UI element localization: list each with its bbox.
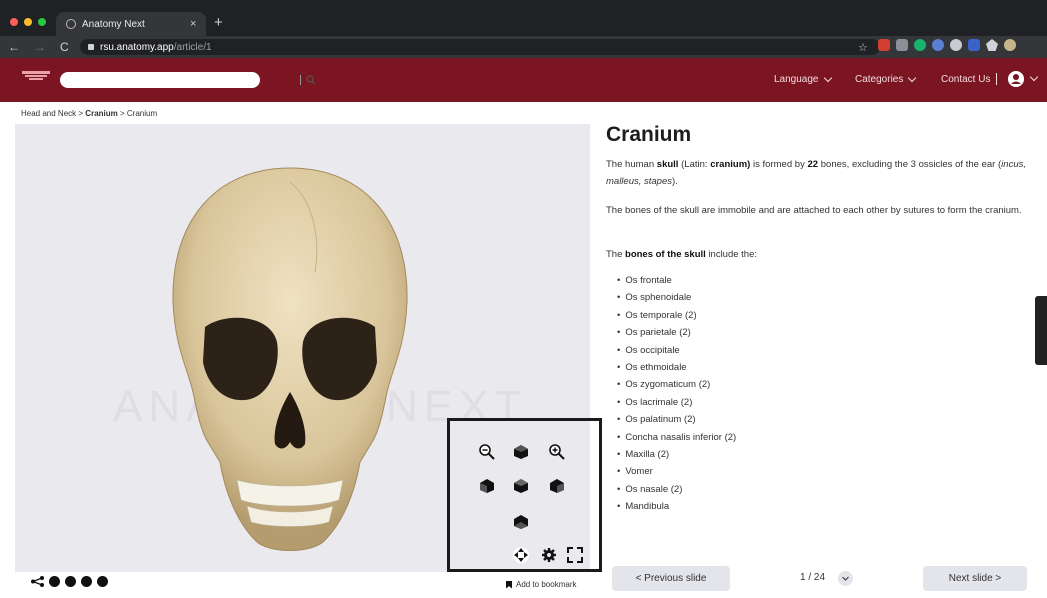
rotate-right-icon[interactable] xyxy=(548,477,566,495)
tab-close-icon[interactable]: × xyxy=(190,18,206,30)
list-item: Os parietale (2) xyxy=(617,324,736,341)
article-title: Cranium xyxy=(606,123,692,146)
article-paragraph-2: The bones of the skull are immobile and … xyxy=(606,205,1022,216)
article-paragraph-1: The human skull (Latin: cranium) is form… xyxy=(606,159,1026,187)
share-icon[interactable] xyxy=(31,576,44,587)
previous-slide-button[interactable]: < Previous slide xyxy=(612,566,730,591)
close-window-button[interactable] xyxy=(10,18,18,26)
puzzle-icon[interactable] xyxy=(986,39,998,51)
adblock-extension-icon[interactable] xyxy=(878,39,890,51)
list-item: Mandibula xyxy=(617,498,736,515)
list-item: Os frontale xyxy=(617,272,736,289)
language-menu[interactable]: Language xyxy=(774,73,832,85)
url-path: /article/1 xyxy=(173,41,212,53)
reload-button[interactable]: C xyxy=(60,39,69,55)
zoom-out-icon[interactable] xyxy=(478,443,496,461)
header-divider xyxy=(996,73,997,85)
next-slide-button[interactable]: Next slide > xyxy=(923,566,1027,591)
forward-button[interactable]: → xyxy=(34,39,46,55)
bones-list: Os frontale Os sphenoidale Os temporale … xyxy=(617,272,736,515)
breadcrumb-cranium-category[interactable]: Cranium xyxy=(85,109,117,118)
breadcrumb-separator: > xyxy=(119,109,125,118)
anatomy-logo-icon[interactable] xyxy=(22,71,50,81)
center-cube-icon[interactable] xyxy=(512,477,530,495)
extension-icon[interactable] xyxy=(932,39,944,51)
list-item: Maxilla (2) xyxy=(617,446,736,463)
breadcrumb-separator: > xyxy=(78,109,84,118)
breadcrumb-head-and-neck[interactable]: Head and Neck xyxy=(21,109,76,118)
twitter-icon[interactable] xyxy=(65,576,76,587)
site-header: Language Categories Contact Us xyxy=(0,58,1047,102)
search-divider xyxy=(300,75,301,85)
article-paragraph-3: The bones of the skull include the: xyxy=(606,249,758,260)
categories-label: Categories xyxy=(855,74,904,85)
list-item: Os occipitale xyxy=(617,342,736,359)
rotate-up-icon[interactable] xyxy=(512,443,530,461)
user-account-icon[interactable] xyxy=(1008,71,1024,87)
profile-avatar[interactable] xyxy=(1004,39,1016,51)
whatsapp-icon[interactable] xyxy=(97,576,108,587)
extensions-row xyxy=(878,39,1016,51)
fullscreen-icon[interactable] xyxy=(566,546,584,564)
add-to-bookmark-button[interactable]: Add to bookmark xyxy=(506,580,576,589)
linkedin-icon[interactable] xyxy=(81,576,92,587)
page-indicator: 1 / 24 xyxy=(800,572,826,583)
list-item: Vomer xyxy=(617,463,736,480)
chevron-down-icon[interactable] xyxy=(838,571,853,586)
add-to-bookmark-label: Add to bookmark xyxy=(516,580,577,589)
pan-icon[interactable] xyxy=(512,546,530,564)
bookmark-star-icon[interactable]: ☆ xyxy=(858,40,868,56)
minimize-window-button[interactable] xyxy=(24,18,32,26)
extension-icon[interactable] xyxy=(950,39,962,51)
extension-icon[interactable] xyxy=(896,39,908,51)
tab-title: Anatomy Next xyxy=(82,18,145,30)
list-item: Concha nasalis inferior (2) xyxy=(617,429,736,446)
bookmark-icon xyxy=(506,580,512,589)
browser-tab-strip: Anatomy Next × + xyxy=(0,0,1047,36)
language-label: Language xyxy=(774,74,819,85)
breadcrumb: Head and Neck > Cranium > Cranium xyxy=(21,109,157,118)
lock-icon xyxy=(88,44,94,50)
feedback-tab[interactable] xyxy=(1035,296,1047,365)
grammarly-extension-icon[interactable] xyxy=(914,39,926,51)
share-bar xyxy=(31,576,108,587)
contact-us-label: Contact Us xyxy=(941,74,991,85)
list-item: Os lacrimale (2) xyxy=(617,394,736,411)
facebook-icon[interactable] xyxy=(49,576,60,587)
viewer-controls-panel xyxy=(447,418,602,572)
rotate-left-icon[interactable] xyxy=(478,477,496,495)
list-item: Os zygomaticum (2) xyxy=(617,376,736,393)
back-button[interactable]: ← xyxy=(8,39,20,55)
zoom-in-icon[interactable] xyxy=(548,443,566,461)
contact-us-link[interactable]: Contact Us xyxy=(941,74,990,85)
list-item: Os nasale (2) xyxy=(617,481,736,498)
settings-icon[interactable] xyxy=(540,546,558,564)
list-item: Os palatinum (2) xyxy=(617,411,736,428)
list-item: Os temporale (2) xyxy=(617,307,736,324)
search-input[interactable] xyxy=(60,72,316,88)
rotate-down-icon[interactable] xyxy=(512,513,530,531)
list-item: Os sphenoidale xyxy=(617,289,736,306)
breadcrumb-current: Cranium xyxy=(126,109,158,118)
chevron-down-icon[interactable] xyxy=(1029,72,1039,82)
zoom-window-button[interactable] xyxy=(38,18,46,26)
new-tab-button[interactable]: + xyxy=(214,14,223,32)
address-bar[interactable]: rsu.anatomy.app/article/1 xyxy=(80,39,880,55)
browser-tab[interactable]: Anatomy Next × xyxy=(56,12,206,36)
browser-toolbar: ← → C rsu.anatomy.app/article/1 ☆ xyxy=(0,36,1047,58)
chevron-down-icon xyxy=(823,73,832,83)
url-host: rsu.anatomy.app xyxy=(100,41,174,53)
extension-icon[interactable] xyxy=(968,39,980,51)
list-item: Os ethmoidale xyxy=(617,359,736,376)
skull-model[interactable] xyxy=(165,162,415,562)
search-icon[interactable] xyxy=(306,75,316,85)
chevron-down-icon xyxy=(908,73,917,83)
categories-menu[interactable]: Categories xyxy=(855,73,917,85)
favicon-icon xyxy=(66,19,76,29)
